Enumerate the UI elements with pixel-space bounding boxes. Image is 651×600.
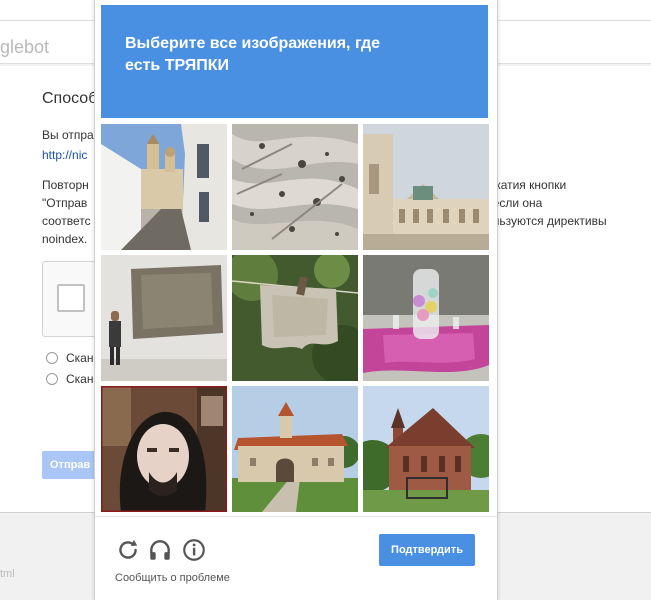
image-tile-fortress[interactable] bbox=[232, 386, 358, 512]
instruction-line: есть ТРЯПКИ bbox=[125, 57, 230, 74]
recaptcha-checkbox[interactable] bbox=[57, 284, 85, 312]
bg-form-title: Способ bbox=[42, 90, 98, 107]
tile-image bbox=[363, 386, 489, 512]
image-tile-street-church[interactable] bbox=[101, 124, 227, 250]
bg-paragraph-line: noindex. bbox=[42, 232, 88, 246]
bg-footer-text: tml bbox=[0, 568, 15, 580]
tile-image bbox=[101, 386, 227, 512]
bg-recaptcha-widget bbox=[42, 261, 100, 337]
bg-sent-text: Вы отпра bbox=[42, 128, 94, 142]
tile-image bbox=[232, 386, 358, 512]
bg-url-link[interactable]: http://nic bbox=[42, 148, 87, 162]
report-problem-link[interactable]: Сообщить о проблеме bbox=[115, 572, 230, 584]
captcha-challenge-popup: Выберите все изображения, где есть ТРЯПК… bbox=[94, 0, 498, 600]
bg-radio-option[interactable]: Скан bbox=[46, 372, 93, 386]
image-tile-rag-clothesline[interactable] bbox=[232, 255, 358, 381]
bg-radio-label: Скан bbox=[66, 372, 94, 386]
bg-paragraph-line: соответс bbox=[42, 214, 91, 228]
image-tile-knitted-cloth[interactable] bbox=[232, 124, 358, 250]
bg-paragraph-line: , если она bbox=[486, 196, 543, 210]
bg-paragraph-left: Повторн "Отправ соответс noindex. bbox=[42, 176, 91, 248]
headphones-icon[interactable] bbox=[147, 537, 173, 563]
bg-paragraph-right: ажатия кнопки , если она ользуются дирек… bbox=[486, 176, 607, 230]
bg-header-title: glebot bbox=[0, 37, 50, 57]
radio-button[interactable] bbox=[46, 352, 58, 364]
tile-image bbox=[101, 124, 227, 250]
bg-paragraph-line: "Отправ bbox=[42, 196, 88, 210]
bg-radio-option[interactable]: Скан bbox=[46, 351, 93, 365]
image-tile-vase-pink-table[interactable] bbox=[363, 255, 489, 381]
bg-paragraph-line: ажатия кнопки bbox=[486, 178, 567, 192]
challenge-header: Выберите все изображения, где есть ТРЯПК… bbox=[101, 5, 488, 118]
image-tile-long-haired-man[interactable] bbox=[101, 386, 227, 512]
verify-button[interactable]: Подтвердить bbox=[379, 534, 475, 566]
footer-divider bbox=[95, 516, 497, 517]
tile-image bbox=[232, 124, 358, 250]
instruction-line: Выберите все изображения, где bbox=[125, 35, 381, 52]
challenge-instruction: Выберите все изображения, где есть ТРЯПК… bbox=[125, 33, 445, 77]
tile-image bbox=[363, 124, 489, 250]
tile-image bbox=[101, 255, 227, 381]
image-tile-cloth-on-wall[interactable] bbox=[101, 255, 227, 381]
tile-image bbox=[232, 255, 358, 381]
radio-button[interactable] bbox=[46, 373, 58, 385]
bg-radio-label: Скан bbox=[66, 351, 94, 365]
tile-image bbox=[363, 255, 489, 381]
image-tile-mosque[interactable] bbox=[363, 124, 489, 250]
image-tile-brick-church[interactable] bbox=[363, 386, 489, 512]
image-grid bbox=[101, 124, 489, 512]
info-icon[interactable] bbox=[181, 537, 207, 563]
bg-paragraph-line: Повторн bbox=[42, 178, 89, 192]
bg-paragraph-line: ользуются директивы bbox=[486, 214, 607, 228]
bg-submit-button[interactable]: Отправ bbox=[42, 451, 98, 479]
reload-icon[interactable] bbox=[115, 537, 141, 563]
